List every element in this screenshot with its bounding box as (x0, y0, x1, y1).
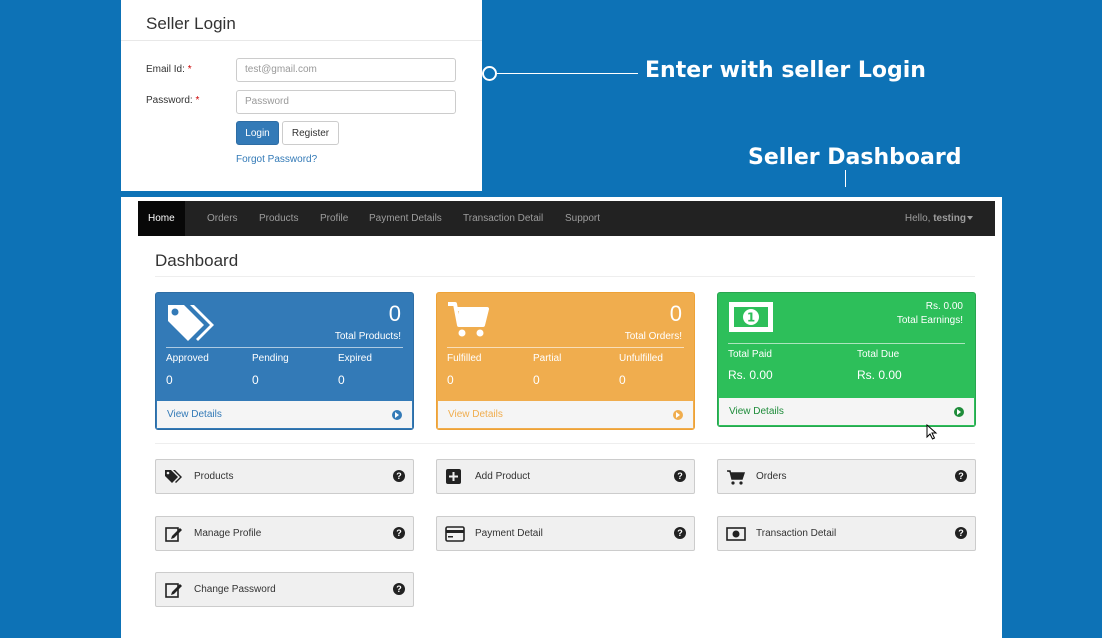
help-icon[interactable]: ? (393, 583, 405, 595)
view-details-link[interactable]: View Details (729, 406, 784, 417)
nav-support[interactable]: Support (565, 201, 600, 236)
money-icon (726, 527, 746, 541)
tile-change-password[interactable]: Change Password ? (155, 572, 414, 607)
arrow-circle-right-icon (392, 410, 402, 420)
total-due-value: Rs. 0.00 (857, 368, 902, 382)
tile-label: Transaction Detail (756, 528, 837, 539)
cart-icon (727, 470, 746, 485)
divider (155, 276, 975, 277)
orders-stat-card: 0 Total Orders! Fulfilled Partial Unfulf… (436, 292, 695, 430)
login-callout-text: Enter with seller Login (645, 58, 926, 83)
tile-label: Change Password (194, 584, 276, 595)
edit-icon (165, 527, 182, 542)
page-title: Dashboard (155, 251, 239, 270)
divider (155, 443, 975, 444)
approved-value: 0 (166, 373, 173, 387)
nav-transaction-detail[interactable]: Transaction Detail (463, 201, 543, 236)
divider (121, 40, 482, 41)
user-menu[interactable]: Hello, testing (905, 201, 973, 236)
help-icon[interactable]: ? (674, 470, 686, 482)
login-button[interactable]: Login (236, 121, 279, 145)
nav-profile[interactable]: Profile (320, 201, 348, 236)
orders-caption: Total Orders! (624, 331, 682, 342)
tile-products[interactable]: Products ? (155, 459, 414, 494)
view-details-link[interactable]: View Details (167, 409, 222, 420)
nav-home[interactable]: Home (138, 201, 185, 236)
plus-square-icon (446, 469, 461, 484)
email-label: Email Id: * (146, 64, 192, 75)
credit-card-icon (445, 526, 465, 542)
nav-payment-details[interactable]: Payment Details (369, 201, 442, 236)
total-due-label: Total Due (857, 349, 900, 360)
password-field[interactable]: Password (236, 90, 456, 114)
earnings-stat-card: 1 Rs. 0.00 Total Earnings! Total Paid To… (717, 292, 976, 427)
fulfilled-label: Fulfilled (447, 353, 482, 364)
dashboard-callout-text: Seller Dashboard (748, 145, 962, 170)
tile-orders[interactable]: Orders ? (717, 459, 976, 494)
seller-login-panel: Seller Login Email Id: * test@gmail.com … (121, 0, 482, 191)
orders-view-details[interactable]: View Details (437, 400, 694, 429)
unfulfilled-value: 0 (619, 373, 626, 387)
help-icon[interactable]: ? (674, 527, 686, 539)
arrow-circle-right-icon (673, 410, 683, 420)
seller-dashboard-panel: Home Orders Products Profile Payment Det… (121, 197, 1002, 638)
help-icon[interactable]: ? (393, 527, 405, 539)
tile-label: Payment Detail (475, 528, 543, 539)
tile-payment-detail[interactable]: Payment Detail ? (436, 516, 695, 551)
tags-icon (168, 305, 214, 341)
nav-products[interactable]: Products (259, 201, 298, 236)
tile-label: Manage Profile (194, 528, 262, 539)
unfulfilled-label: Unfulfilled (619, 353, 663, 364)
products-stat-card: 0 Total Products! Approved Pending Expir… (155, 292, 414, 430)
products-caption: Total Products! (334, 331, 401, 342)
tile-label: Orders (756, 471, 787, 482)
partial-value: 0 (533, 373, 540, 387)
earnings-view-details[interactable]: View Details (718, 397, 975, 426)
login-title: Seller Login (146, 14, 236, 33)
approved-label: Approved (166, 353, 209, 364)
edit-icon (165, 583, 182, 598)
mouse-cursor-icon (926, 424, 938, 440)
expired-label: Expired (338, 353, 372, 364)
caret-down-icon (967, 216, 973, 221)
tags-icon (165, 470, 182, 483)
password-label: Password: * (146, 95, 200, 106)
callout-line (845, 170, 846, 187)
earnings-caption: Total Earnings! (896, 315, 963, 326)
top-navbar: Home Orders Products Profile Payment Det… (138, 201, 995, 236)
callout-dot (482, 66, 497, 81)
nav-orders[interactable]: Orders (207, 201, 238, 236)
products-count: 0 (388, 301, 401, 326)
pending-label: Pending (252, 353, 289, 364)
divider (728, 343, 965, 344)
products-view-details[interactable]: View Details (156, 400, 413, 429)
forgot-password-link[interactable]: Forgot Password? (236, 154, 317, 165)
register-button[interactable]: Register (282, 121, 339, 145)
callout-line (497, 73, 638, 74)
money-icon: 1 (729, 302, 773, 332)
expired-value: 0 (338, 373, 345, 387)
tile-label: Add Product (475, 471, 531, 482)
email-field[interactable]: test@gmail.com (236, 58, 456, 82)
tile-manage-profile[interactable]: Manage Profile ? (155, 516, 414, 551)
view-details-link[interactable]: View Details (448, 409, 503, 420)
help-icon[interactable]: ? (955, 470, 967, 482)
tile-label: Products (194, 471, 234, 482)
help-icon[interactable]: ? (393, 470, 405, 482)
earnings-total: Rs. 0.00 (925, 301, 963, 312)
svg-text:1: 1 (747, 311, 755, 325)
divider (447, 347, 684, 348)
total-paid-value: Rs. 0.00 (728, 368, 773, 382)
tile-add-product[interactable]: Add Product ? (436, 459, 695, 494)
partial-label: Partial (533, 353, 562, 364)
pending-value: 0 (252, 373, 259, 387)
total-paid-label: Total Paid (728, 349, 772, 360)
arrow-circle-right-icon (954, 407, 964, 417)
help-icon[interactable]: ? (955, 527, 967, 539)
orders-count: 0 (669, 301, 682, 326)
divider (166, 347, 403, 348)
fulfilled-value: 0 (447, 373, 454, 387)
tile-transaction-detail[interactable]: Transaction Detail ? (717, 516, 976, 551)
cart-icon (448, 302, 489, 337)
